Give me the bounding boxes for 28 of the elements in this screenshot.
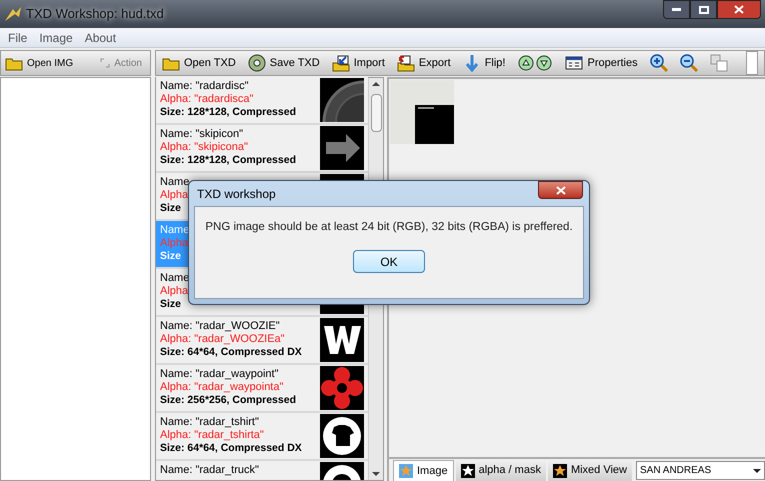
texture-size: Size: 256*256, Compressed [160,394,296,407]
texture-size: Size: 64*64, Compressed DX [160,442,302,455]
texture-name: Name: "radar_truck" [160,464,259,477]
texture-name: Name: "radardisc" [160,80,250,93]
texture-alpha-name: Alpha: "radardisca" [160,93,254,106]
window-title: TXD Workshop: hud.txd [26,5,165,24]
texture-size: Size: 64*64, Compressed DX [160,346,302,359]
dialog-title: TXD workshop [197,186,276,202]
texture-size: Size [160,202,182,215]
texture-name: Name: "radar_tshirt" [160,416,260,429]
texture-size: Size: 128*128, Compressed [160,154,296,167]
texture-size: Size [160,250,182,263]
texture-alpha-name: Alpha: "radar_tshirta" [160,429,265,442]
texture-name: Name: "radar_WOOZIE" [160,320,281,333]
texture-name: Name [160,176,190,189]
texture-alpha-name: Alpha [160,237,190,250]
texture-name: Name [160,224,190,237]
texture-alpha-name: Alpha: "radar_WOOZIEa" [160,333,286,346]
texture-alpha-name: Alpha: "radar_waypointa" [160,381,284,394]
texture-alpha-name: Alpha [160,189,190,202]
texture-alpha-name: Alpha: "skipicona" [160,141,249,154]
texture-name: Name: "radar_waypoint" [160,368,280,381]
texture-name: Name: "skipicon" [160,128,244,141]
texture-size: Size [160,298,182,311]
texture-alpha-name: Alpha [160,285,190,298]
dialog-message: PNG image should be at least 24 bit (RGB), 32 bits (RGBA) is preffered. [205,220,573,235]
texture-size: Size: 128*128, Compressed [160,106,296,119]
texture-name: Name [160,272,190,285]
